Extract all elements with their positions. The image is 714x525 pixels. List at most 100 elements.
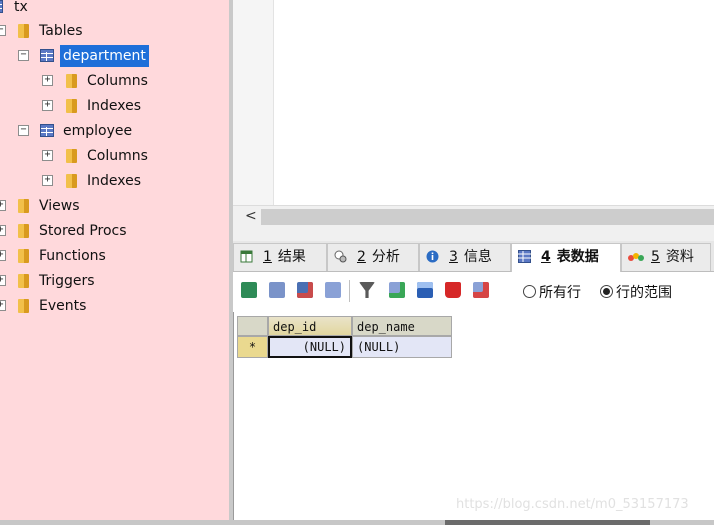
tree-item-department-indexes[interactable]: + Indexes (0, 95, 229, 117)
tree-item-employee-indexes[interactable]: + Indexes (0, 170, 229, 192)
tree-item-label: employee (63, 123, 133, 139)
radio-label: 所有行 (539, 285, 581, 301)
folder-icon (66, 74, 77, 88)
add-row-icon[interactable] (269, 282, 285, 298)
folder-icon (18, 249, 29, 263)
delete-icon[interactable] (445, 282, 461, 298)
toolbar-separator (349, 280, 350, 302)
query-editor[interactable] (233, 0, 714, 205)
expand-icon[interactable]: + (0, 250, 6, 261)
tab-label: 分析 (371, 249, 400, 265)
scrollbar-thumb[interactable] (445, 520, 650, 525)
tree-item-label: department (60, 45, 149, 67)
editor-results-splitter[interactable] (233, 227, 714, 241)
expand-icon[interactable]: + (0, 275, 6, 286)
tree-item-functions[interactable]: + Functions (0, 245, 229, 267)
collapse-icon[interactable]: − (0, 25, 6, 36)
tab-analysis[interactable]: 2 分析 (327, 243, 419, 271)
profile-icon (628, 253, 644, 261)
table-data-icon (518, 250, 531, 263)
tab-info[interactable]: 3 信息 (419, 243, 511, 271)
expand-icon[interactable]: + (42, 150, 53, 161)
tree-item-label: Functions (39, 248, 106, 264)
import-icon[interactable] (241, 282, 257, 298)
grid-cell-dep-name[interactable]: (NULL) (352, 336, 452, 358)
tab-number: 4 (541, 249, 551, 265)
horizontal-scrollbar[interactable]: < (233, 205, 714, 228)
scroll-left-icon[interactable]: < (245, 208, 257, 224)
radio-row-range[interactable]: 行的范围 (600, 282, 672, 302)
expand-icon[interactable]: + (0, 300, 6, 311)
column-header-dep-id[interactable]: dep_id (268, 316, 352, 336)
collapse-icon[interactable]: − (18, 125, 29, 136)
tab-label: 信息 (463, 249, 492, 265)
expand-icon[interactable]: + (42, 75, 53, 86)
row-marker[interactable]: * (237, 336, 268, 358)
folder-icon (18, 24, 29, 38)
bottom-scrollbar[interactable] (0, 520, 714, 525)
cancel-icon[interactable] (473, 282, 489, 298)
info-icon (426, 250, 439, 263)
expand-icon[interactable]: + (42, 100, 53, 111)
tab-profile[interactable]: 5 资料 (621, 243, 711, 271)
insert-icon[interactable] (389, 282, 405, 298)
radio-label: 行的范围 (616, 285, 672, 301)
table-icon (40, 49, 54, 62)
expand-icon[interactable]: + (42, 175, 53, 186)
folder-icon (66, 149, 77, 163)
data-toolbar: 所有行 行的范围 (233, 272, 714, 312)
scrollbar-thumb[interactable] (261, 209, 714, 225)
tree-root-label: tx (14, 0, 28, 15)
table-icon (40, 124, 54, 137)
watermark: https://blog.csdn.net/m0_53157173 (456, 497, 689, 512)
tree-item-department-columns[interactable]: + Columns (0, 70, 229, 92)
expand-icon[interactable]: + (0, 225, 6, 236)
tab-label: 结果 (277, 249, 306, 265)
folder-icon (18, 224, 29, 238)
tab-results[interactable]: 1 结果 (233, 243, 327, 271)
object-browser: tx − Tables − department + Columns + Ind… (0, 0, 229, 525)
tree-item-employee[interactable]: − employee (0, 120, 229, 142)
tree-item-label: Events (39, 298, 87, 314)
filter-icon[interactable] (359, 282, 375, 298)
tab-number: 5 (651, 249, 660, 265)
radio-circle[interactable] (523, 285, 536, 298)
result-tabs: 1 结果 2 分析 3 信息 4 表数据 5 资料 (233, 241, 714, 273)
tree-item-label: Indexes (87, 98, 142, 114)
tab-number: 1 (263, 249, 272, 265)
grid-corner[interactable] (237, 316, 268, 336)
grid-cell-dep-id[interactable]: (NULL) (268, 336, 352, 358)
tree-item-employee-columns[interactable]: + Columns (0, 145, 229, 167)
tab-label: 资料 (665, 249, 694, 265)
folder-icon (66, 174, 77, 188)
folder-icon (18, 299, 29, 313)
analysis-icon (334, 250, 347, 263)
tab-number: 3 (449, 249, 458, 265)
tree-item-views[interactable]: + Views (0, 195, 229, 217)
tree-item-events[interactable]: + Events (0, 295, 229, 317)
tree-item-label: Columns (87, 148, 148, 164)
column-header-dep-name[interactable]: dep_name (352, 316, 452, 336)
copy-row-icon[interactable] (297, 282, 313, 298)
tree-item-label: Views (39, 198, 80, 214)
tree-item-stored-procs[interactable]: + Stored Procs (0, 220, 229, 242)
radio-circle-selected[interactable] (600, 285, 613, 298)
tab-table-data[interactable]: 4 表数据 (511, 243, 621, 273)
folder-icon (18, 199, 29, 213)
tree-root-tx[interactable]: tx (0, 0, 229, 18)
radio-all-rows[interactable]: 所有行 (523, 282, 581, 302)
database-icon (0, 0, 3, 13)
tree-item-label: Indexes (87, 173, 142, 189)
folder-icon (18, 274, 29, 288)
collapse-icon[interactable]: − (18, 50, 29, 61)
tree-item-label: Stored Procs (39, 223, 127, 239)
paste-row-icon[interactable] (325, 282, 341, 298)
tree-item-label: Tables (39, 23, 83, 39)
save-icon[interactable] (417, 282, 433, 298)
folder-icon (66, 99, 77, 113)
expand-icon[interactable]: + (0, 200, 6, 211)
tree-item-department[interactable]: − department (0, 45, 229, 67)
tree-item-label: Columns (87, 73, 148, 89)
tree-item-tables[interactable]: − Tables (0, 20, 229, 42)
tree-item-triggers[interactable]: + Triggers (0, 270, 229, 292)
